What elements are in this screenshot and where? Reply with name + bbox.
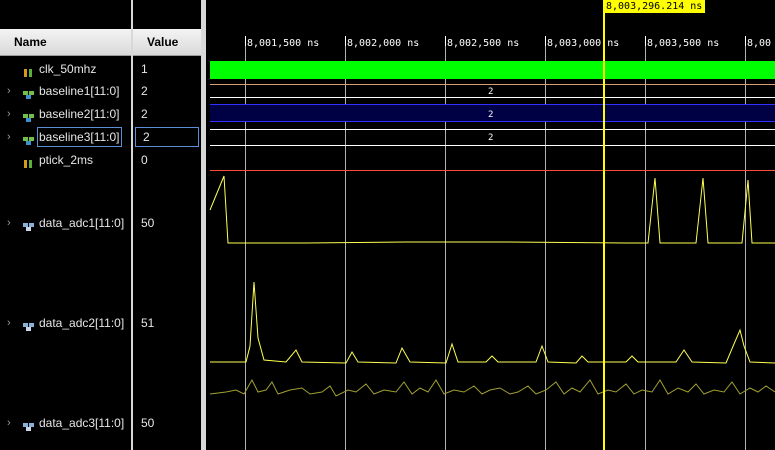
- analog-bus-icon: [23, 318, 34, 331]
- signal-row-baseline2[interactable]: › baseline2[11:0]: [0, 104, 131, 124]
- signal-row-data_adc2[interactable]: › data_adc2[11:0]: [0, 313, 131, 333]
- analog-bus-icon: [23, 218, 34, 231]
- waveform-svg: 8,001,500 ns 8,002,000 ns 8,002,500 ns 8…: [209, 0, 775, 450]
- signal-value: 1: [141, 62, 148, 76]
- signal-row-data_adc1[interactable]: › data_adc1[11:0]: [0, 213, 131, 233]
- chevron-right-icon[interactable]: ›: [7, 104, 17, 124]
- bus-value-label: 2: [488, 133, 493, 143]
- signal-value: 2: [141, 84, 148, 98]
- analog-bus-icon: [23, 418, 34, 431]
- time-tick-label: 8,002,500 ns: [447, 38, 519, 49]
- data-adc3-trace[interactable]: [209, 378, 775, 397]
- signal-row-data_adc3[interactable]: › data_adc3[11:0]: [0, 413, 131, 433]
- time-tick-label: 8,001,500 ns: [247, 38, 319, 49]
- data-adc1-trace[interactable]: [209, 175, 775, 244]
- bus-signal-icon: [23, 109, 34, 122]
- waveform-canvas[interactable]: 8,001,500 ns 8,002,000 ns 8,002,500 ns 8…: [206, 0, 775, 450]
- cursor-time-label[interactable]: 8,003,296.214 ns: [603, 0, 706, 13]
- signal-name: baseline1[11:0]: [39, 84, 120, 98]
- time-tick-label: 8,003,500 ns: [647, 38, 719, 49]
- time-tick-label: 8,002,000 ns: [347, 38, 419, 49]
- bit-signal-icon: [23, 64, 34, 77]
- time-tick-label: 8,003,000 ns: [547, 38, 619, 49]
- signal-name: clk_50mhz: [39, 62, 97, 76]
- bus-signal-icon: [23, 86, 34, 99]
- signal-value-selected[interactable]: 2: [135, 127, 199, 147]
- signal-row-ptick_2ms[interactable]: ptick_2ms: [0, 150, 131, 170]
- signal-name: data_adc1[11:0]: [39, 216, 125, 230]
- name-column-header[interactable]: Name: [0, 29, 131, 56]
- signal-value: 51: [141, 316, 155, 330]
- signal-name: baseline2[11:0]: [39, 107, 120, 121]
- signal-name: data_adc2[11:0]: [39, 316, 125, 330]
- chevron-right-icon[interactable]: ›: [7, 127, 17, 147]
- signal-value: 50: [141, 216, 155, 230]
- time-tick-label: 8,00: [747, 38, 771, 49]
- signal-name: baseline3[11:0]: [37, 127, 122, 147]
- data-adc2-trace[interactable]: [210, 281, 775, 364]
- signal-name: data_adc3[11:0]: [39, 416, 125, 430]
- bus-signal-icon: [23, 132, 34, 145]
- signal-row-baseline1[interactable]: › baseline1[11:0]: [0, 81, 131, 101]
- baseline3-waveform[interactable]: 2: [210, 129, 775, 146]
- signal-value: 0: [141, 153, 148, 167]
- signal-row-clk_50mhz[interactable]: clk_50mhz: [0, 59, 131, 79]
- bit-signal-icon: [23, 155, 34, 168]
- chevron-right-icon[interactable]: ›: [7, 313, 17, 333]
- signal-name: ptick_2ms: [39, 153, 94, 167]
- baseline1-waveform[interactable]: 2: [210, 84, 775, 98]
- value-column-header[interactable]: Value: [133, 29, 201, 56]
- signal-row-baseline3[interactable]: › baseline3[11:0]: [0, 127, 131, 147]
- bus-value-label: 2: [488, 87, 493, 97]
- clk-waveform[interactable]: [210, 61, 775, 79]
- baseline2-waveform[interactable]: 2: [210, 104, 775, 122]
- chevron-right-icon[interactable]: ›: [7, 81, 17, 101]
- bus-value-label: 2: [488, 110, 493, 120]
- signal-value: 50: [141, 416, 155, 430]
- signal-value: 2: [141, 107, 148, 121]
- chevron-right-icon[interactable]: ›: [7, 213, 17, 233]
- chevron-right-icon[interactable]: ›: [7, 413, 17, 433]
